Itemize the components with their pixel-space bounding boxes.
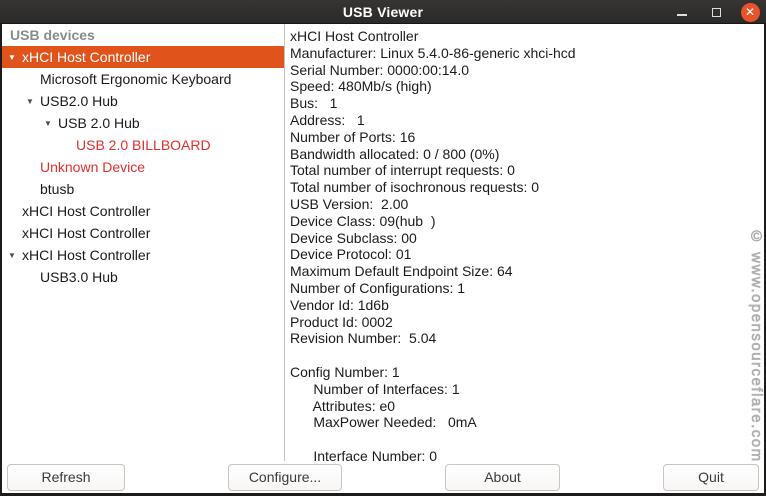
usb-viewer-window: USB Viewer ✕ USB devices ▼xHCI Host Cont…: [0, 0, 766, 496]
detail-line: Number of Configurations: 1: [290, 280, 764, 297]
expander-arrow-icon[interactable]: ▼: [8, 251, 22, 260]
titlebar[interactable]: USB Viewer ✕: [0, 0, 766, 24]
quit-button[interactable]: Quit: [663, 464, 759, 491]
detail-line: USB Version: 2.00: [290, 196, 764, 213]
tree-item-label: xHCI Host Controller: [22, 203, 150, 219]
detail-line: Vendor Id: 1d6b: [290, 297, 764, 314]
detail-line: Total number of isochronous requests: 0: [290, 179, 764, 196]
detail-line: Device Class: 09(hub ): [290, 213, 764, 230]
close-icon: ✕: [741, 3, 760, 22]
detail-line: [290, 431, 764, 448]
tree-item[interactable]: xHCI Host Controller: [2, 222, 284, 244]
tree-item[interactable]: Microsoft Ergonomic Keyboard: [2, 68, 284, 90]
detail-line: Revision Number: 5.04: [290, 330, 764, 347]
detail-line: Speed: 480Mb/s (high): [290, 78, 764, 95]
device-tree: ▼xHCI Host ControllerMicrosoft Ergonomic…: [2, 46, 284, 288]
tree-item[interactable]: USB3.0 Hub: [2, 266, 284, 288]
detail-line: MaxPower Needed: 0mA: [290, 414, 764, 431]
detail-line: [290, 347, 764, 364]
detail-line: Number of Interfaces: 1: [290, 381, 764, 398]
tree-item-label: xHCI Host Controller: [22, 49, 150, 65]
detail-line: Interface Number: 0: [290, 448, 764, 461]
detail-line: Product Id: 0002: [290, 314, 764, 331]
device-details-text: xHCI Host ControllerManufacturer: Linux …: [290, 28, 764, 461]
tree-item[interactable]: ▼xHCI Host Controller: [2, 244, 284, 266]
tree-column-header: USB devices: [2, 24, 284, 46]
detail-line: Maximum Default Endpoint Size: 64: [290, 263, 764, 280]
maximize-icon: [712, 8, 721, 17]
detail-line: Total number of interrupt requests: 0: [290, 162, 764, 179]
window-title: USB Viewer: [343, 4, 423, 20]
footer-bar: Refresh Configure... About Quit: [2, 461, 764, 493]
tree-item-label: xHCI Host Controller: [22, 247, 150, 263]
detail-line: Bandwidth allocated: 0 / 800 (0%): [290, 146, 764, 163]
tree-item-label: USB 2.0 BILLBOARD: [76, 137, 211, 153]
detail-line: xHCI Host Controller: [290, 28, 764, 45]
tree-item-label: USB2.0 Hub: [40, 93, 118, 109]
device-tree-panel: USB devices ▼xHCI Host ControllerMicroso…: [2, 24, 285, 461]
tree-item[interactable]: xHCI Host Controller: [2, 200, 284, 222]
expander-arrow-icon[interactable]: ▼: [8, 53, 22, 62]
detail-line: Serial Number: 0000:00:14.0: [290, 62, 764, 79]
configure-button[interactable]: Configure...: [228, 464, 342, 491]
tree-item[interactable]: ▼USB 2.0 Hub: [2, 112, 284, 134]
detail-line: Device Protocol: 01: [290, 246, 764, 263]
expander-arrow-icon[interactable]: ▼: [44, 119, 58, 128]
detail-line: Bus: 1: [290, 95, 764, 112]
details-panel: xHCI Host ControllerManufacturer: Linux …: [285, 24, 764, 461]
main-content: USB devices ▼xHCI Host ControllerMicroso…: [2, 24, 764, 461]
tree-item[interactable]: ▼USB2.0 Hub: [2, 90, 284, 112]
window-controls: ✕: [672, 0, 760, 24]
refresh-button[interactable]: Refresh: [7, 464, 125, 491]
minimize-icon: [677, 14, 687, 16]
detail-line: Number of Ports: 16: [290, 129, 764, 146]
detail-line: Address: 1: [290, 112, 764, 129]
tree-item-label: Microsoft Ergonomic Keyboard: [40, 71, 231, 87]
expander-arrow-icon[interactable]: ▼: [26, 97, 40, 106]
tree-item-label: USB3.0 Hub: [40, 269, 118, 285]
detail-line: Manufacturer: Linux 5.4.0-86-generic xhc…: [290, 45, 764, 62]
tree-item-label: xHCI Host Controller: [22, 225, 150, 241]
maximize-button[interactable]: [706, 2, 726, 22]
tree-item[interactable]: Unknown Device: [2, 156, 284, 178]
detail-line: Attributes: e0: [290, 398, 764, 415]
minimize-button[interactable]: [672, 2, 692, 22]
close-button[interactable]: ✕: [740, 2, 760, 22]
about-button[interactable]: About: [445, 464, 560, 491]
detail-line: Device Subclass: 00: [290, 230, 764, 247]
tree-item-label: USB 2.0 Hub: [58, 115, 140, 131]
tree-item-label: btusb: [40, 181, 74, 197]
tree-item[interactable]: ▼xHCI Host Controller: [2, 46, 284, 68]
tree-item-label: Unknown Device: [40, 159, 145, 175]
tree-item[interactable]: USB 2.0 BILLBOARD: [2, 134, 284, 156]
detail-line: Config Number: 1: [290, 364, 764, 381]
tree-item[interactable]: btusb: [2, 178, 284, 200]
